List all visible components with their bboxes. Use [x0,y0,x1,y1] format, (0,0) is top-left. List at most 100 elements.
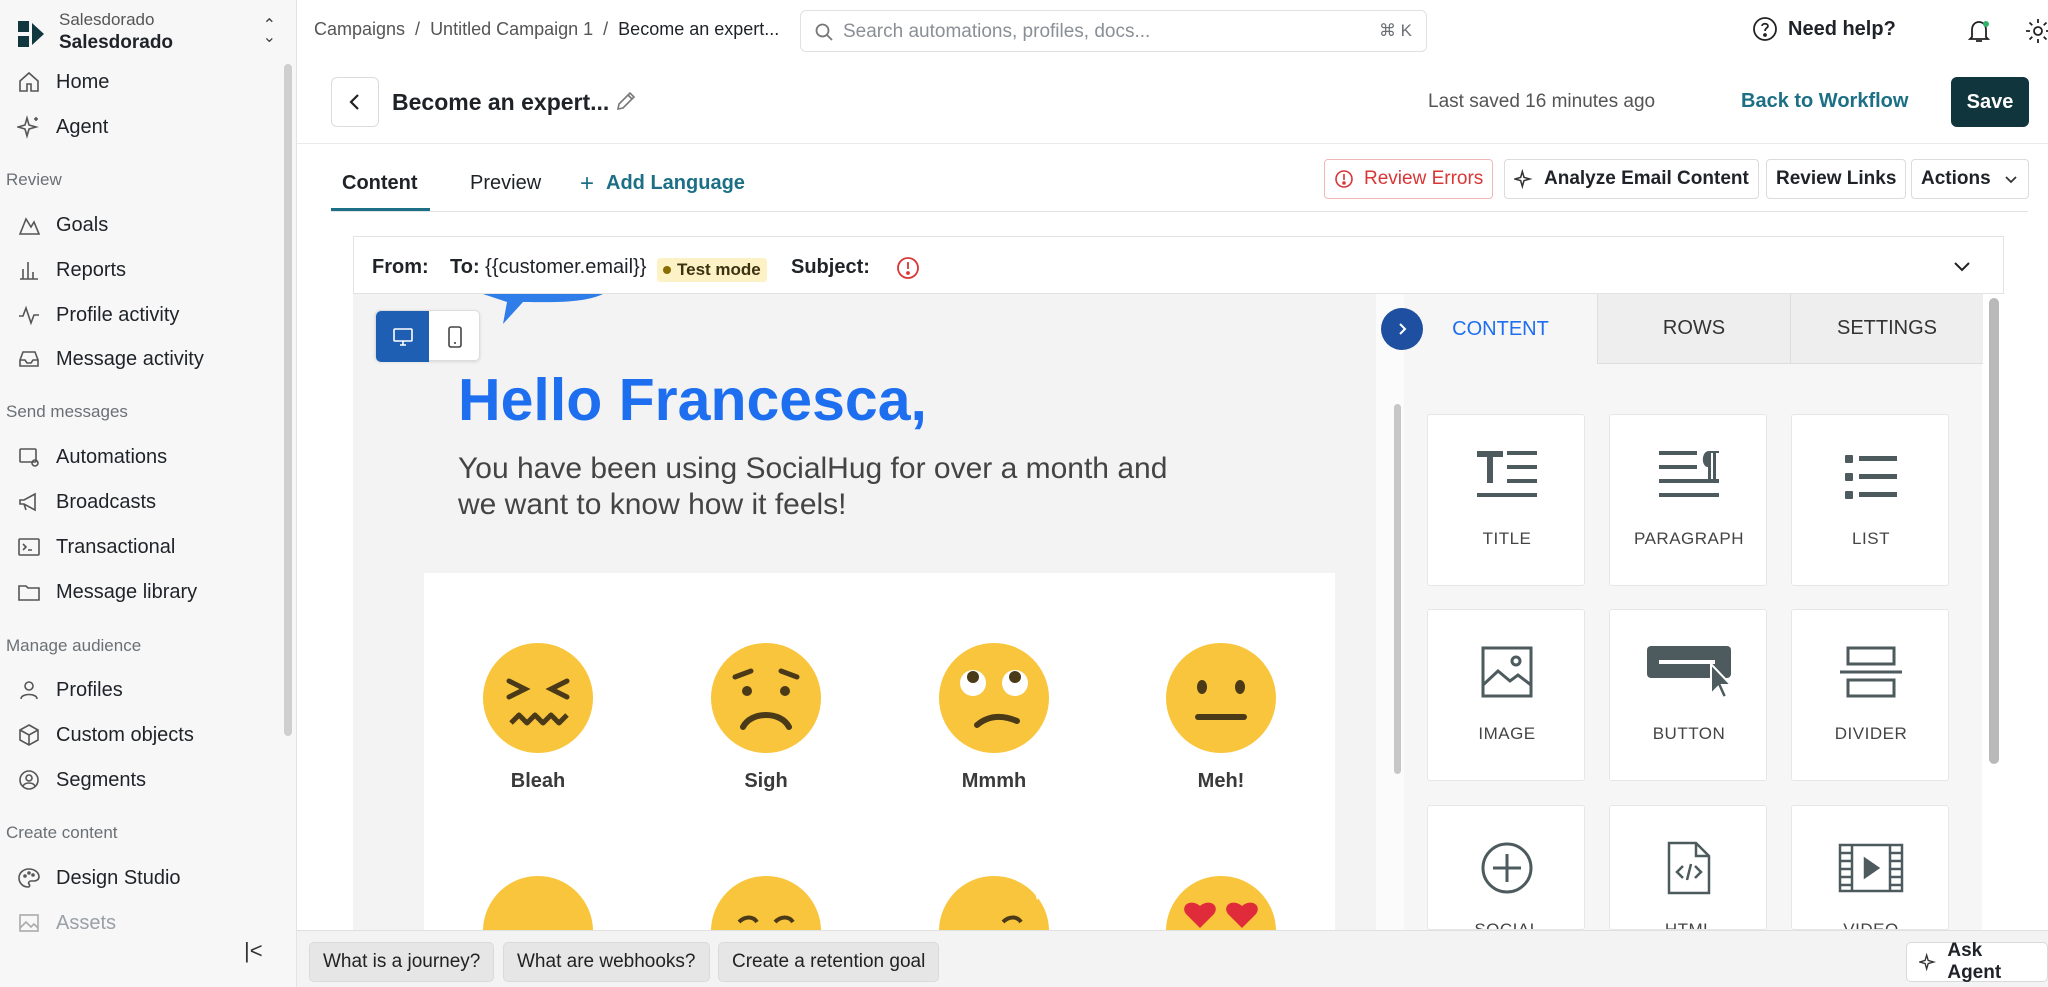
panel-tab-rows[interactable]: ROWS [1597,294,1790,364]
sidebar-item-broadcasts[interactable]: Broadcasts [16,483,276,521]
back-to-workflow-link[interactable]: Back to Workflow [1741,90,1908,113]
sidebar-item-automations[interactable]: Automations [16,438,276,476]
suggestion-chip[interactable]: What are webhooks? [503,942,710,982]
sidebar-item-profile-activity[interactable]: Profile activity [16,296,276,334]
panel-tab-settings[interactable]: SETTINGS [1790,294,1983,364]
sidebar-item-label: Broadcasts [56,490,157,513]
block-label: HTML [1664,920,1714,930]
sidebar-scrollbar[interactable] [284,64,292,736]
sidebar-item-label: Profile activity [56,303,180,326]
email-subtitle[interactable]: You have been using SocialHug for over a… [458,451,1178,523]
terminal-icon [16,534,42,560]
block-html[interactable]: HTML [1609,805,1767,930]
breadcrumb-separator: / [603,19,609,39]
search-placeholder: Search automations, profiles, docs... [843,21,1151,42]
social-block-icon [1481,842,1533,894]
back-button[interactable] [331,77,379,127]
sidebar-item-custom-objects[interactable]: Custom objects [16,716,276,754]
tab-preview[interactable]: Preview [470,172,541,195]
last-saved-status: Last saved 16 minutes ago [1428,91,1656,112]
email-greeting[interactable]: Hello Francesca, [458,366,927,434]
confounded-face-icon [483,643,593,753]
panel-toggle-button[interactable] [1381,308,1423,350]
bell-icon[interactable] [1966,18,1992,44]
chevron-down-icon [2005,176,2017,184]
test-mode-badge: Test mode [657,258,767,282]
sidebar-item-assets[interactable]: Assets [16,904,276,942]
subject-field[interactable]: Subject: [791,256,870,279]
sidebar-item-label: Home [56,70,110,93]
emoji-option-meh[interactable]: Meh! [1164,641,1278,793]
block-video[interactable]: VIDEO [1791,805,1949,930]
panel-tabs: CONTENT ROWS SETTINGS [1404,294,1983,364]
chevron-left-icon [349,94,359,110]
sidebar-item-design-studio[interactable]: Design Studio [16,859,276,897]
sparkle-icon [1514,169,1533,189]
block-list[interactable]: LIST [1791,414,1949,586]
breadcrumb: Campaigns / Untitled Campaign 1 / Become… [314,19,779,40]
emoji-option-partial[interactable] [709,874,823,930]
from-label: From: [372,256,429,278]
sidebar-item-home[interactable]: Home [16,63,276,101]
workspace-switcher[interactable]: Salesdorado Salesdorado ⌃ ⌄ [16,8,276,54]
block-paragraph[interactable]: PARAGRAPH [1609,414,1767,586]
search-input[interactable]: Search automations, profiles, docs... ⌘ … [800,10,1427,52]
collapse-sidebar-icon[interactable]: |< [244,938,263,964]
suggestion-chip[interactable]: Create a retention goal [718,942,940,982]
sidebar-item-message-activity[interactable]: Message activity [16,340,276,378]
heart-eyes-emoji-partial[interactable] [1164,874,1278,930]
ask-agent-button[interactable]: Ask Agent [1906,940,2048,983]
canvas-scrollbar[interactable] [1394,404,1401,774]
emoji-label: Sigh [744,770,788,792]
palette-icon [16,865,42,891]
panel-scrollbar[interactable] [1989,298,1999,764]
emoji-option-sigh[interactable]: Sigh [709,641,823,793]
review-errors-button[interactable]: Review Errors [1324,159,1494,199]
sidebar-item-segments[interactable]: Segments [16,761,276,799]
panel-tab-content[interactable]: CONTENT [1404,294,1597,364]
block-social[interactable]: SOCIAL [1427,805,1585,930]
help-button[interactable]: Need help? [1752,16,1896,42]
block-image[interactable]: IMAGE [1427,609,1585,781]
breadcrumb-campaign[interactable]: Untitled Campaign 1 [430,19,593,40]
to-value: {{customer.email}} [485,256,647,278]
breadcrumb-campaigns[interactable]: Campaigns [314,19,405,40]
sidebar-item-label: Transactional [56,535,176,558]
edit-pencil-icon[interactable] [615,90,637,112]
tab-content[interactable]: Content [342,172,418,195]
expand-chevron-icon[interactable] [1950,254,1974,278]
inbox-icon [16,346,42,372]
help-label: Need help? [1788,17,1896,40]
actions-label: Actions [1921,168,1991,189]
sidebar-item-profiles[interactable]: Profiles [16,671,276,709]
sidebar-item-message-library[interactable]: Message library [16,573,276,611]
workspace-name: Salesdorado [59,32,174,53]
actions-dropdown[interactable]: Actions [1911,159,2029,199]
review-links-button[interactable]: Review Links [1766,159,1907,199]
gear-icon[interactable] [2024,17,2048,45]
sidebar-item-transactional[interactable]: Transactional [16,528,276,566]
sidebar-item-goals[interactable]: Goals [16,206,276,244]
block-title[interactable]: TITLE [1427,414,1585,586]
suggestion-chip[interactable]: What is a journey? [309,942,495,982]
analyze-email-content-button[interactable]: Analyze Email Content [1504,159,1759,199]
block-label: PARAGRAPH [1634,529,1744,548]
to-field[interactable]: To: {{customer.email}} [450,256,646,279]
desktop-view-button[interactable] [376,311,429,362]
block-divider[interactable]: DIVIDER [1791,609,1949,781]
megaphone-icon [16,489,42,515]
from-field[interactable]: From: [372,256,429,279]
emoji-option-partial[interactable] [481,874,595,930]
sidebar-item-reports[interactable]: Reports [16,251,276,289]
sidebar-item-agent[interactable]: Agent [16,108,276,146]
emoji-option-partial[interactable] [937,874,1051,930]
mobile-view-button[interactable] [429,311,481,362]
tabs-divider [331,211,2028,212]
emoji-option-mmmh[interactable]: Mmmh [937,641,1051,793]
block-button[interactable]: BUTTON [1609,609,1767,781]
add-language-button[interactable]: + Add Language [580,171,745,195]
save-button[interactable]: Save [1951,77,2029,127]
emoji-option-bleah[interactable]: Bleah [481,641,595,793]
segments-icon [16,767,42,793]
sidebar-item-label: Assets [56,911,117,934]
